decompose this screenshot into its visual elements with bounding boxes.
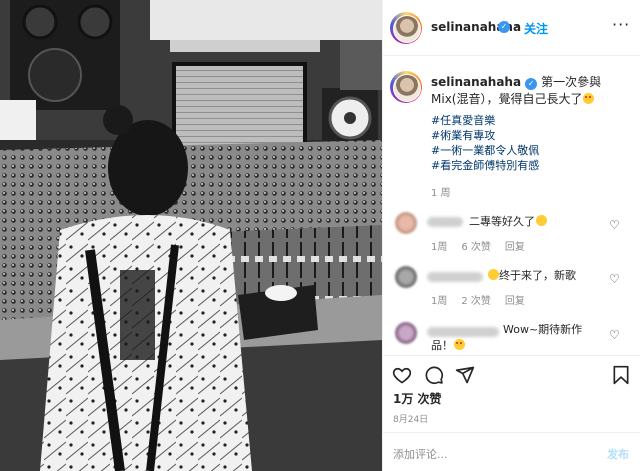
comment-text: 终于来了，新歌 [487,268,576,284]
more-options-button[interactable]: ··· [612,15,630,34]
comment-time: 1周 [431,242,448,253]
add-comment-input[interactable]: 添加评论... [393,446,448,462]
crying-emoji-icon [488,269,499,280]
caption-avatar[interactable] [390,71,422,103]
hashtag-link[interactable]: #術業有專攻 [431,128,539,143]
post-photo[interactable] [0,0,382,471]
heart-eyes-emoji-icon [454,339,465,350]
post-date: 8月24日 [393,415,429,425]
comment-text: Wow~期待新作品！ [431,323,583,352]
comment-reply-button[interactable]: 回复 [505,296,525,307]
comment-reply-button[interactable]: 回复 [505,242,525,253]
separator-dot: · [515,19,519,33]
heart-eyes-emoji-icon [583,93,595,104]
verified-badge-icon: ✓ [498,21,510,33]
studio-photo-image [0,0,382,471]
add-comment-bar: 添加评论... 发布 [383,432,640,471]
caption-timestamp: 1 周 [431,188,451,199]
hashtag-list: #任真愛音樂 #術業有專攻 #一術一業都令人敬佩 #看完金師傅特別有感 [431,113,539,173]
comment-like-heart-icon[interactable]: ♡ [609,218,620,232]
verified-badge-icon: ✓ [525,78,538,90]
author-avatar[interactable] [390,12,422,44]
comment-icon[interactable] [424,365,444,385]
commenter-avatar[interactable] [395,322,417,344]
comment-like-count[interactable]: 2 次赞 [461,296,491,307]
comment-like-heart-icon[interactable]: ♡ [609,272,620,286]
hashtag-link[interactable]: #看完金師傅特別有感 [431,158,539,173]
post-action-bar [383,355,640,395]
post-panel: selinanahaha ✓ · 关注 ··· selinanahaha ✓ 第一次… [382,0,640,471]
post-comment-button[interactable]: 发布 [607,446,629,462]
post-header: selinanahaha ✓ · 关注 ··· [383,0,640,56]
hashtag-link[interactable]: #任真愛音樂 [431,113,539,128]
commenter-avatar[interactable] [395,212,417,234]
comment-like-heart-icon[interactable]: ♡ [609,328,620,342]
hashtag-link[interactable]: #一術一業都令人敬佩 [431,143,539,158]
commenter-avatar[interactable] [395,266,417,288]
caption-text: selinanahaha ✓ 第一次參與Mix(混音），覺得自己長大了 [431,74,627,108]
comment-meta: 1周 2 次赞 回复 [431,292,539,307]
bookmark-icon[interactable] [612,365,630,385]
comment-text: 二專等好久了 [469,214,547,230]
comment-time: 1周 [431,296,448,307]
caption-username[interactable]: selinanahaha [431,75,521,89]
heart-icon[interactable] [392,365,412,385]
comment-meta: 1周 6 次赞 回复 [431,238,539,253]
shocked-emoji-icon [536,215,547,226]
commenter-name-blurred[interactable] [427,272,483,282]
follow-button[interactable]: 关注 [524,20,548,37]
comment-like-count[interactable]: 6 次赞 [461,242,491,253]
commenter-name-blurred[interactable] [427,217,463,227]
like-count[interactable]: 1万 次赞 [393,390,442,407]
share-icon[interactable] [455,365,475,385]
